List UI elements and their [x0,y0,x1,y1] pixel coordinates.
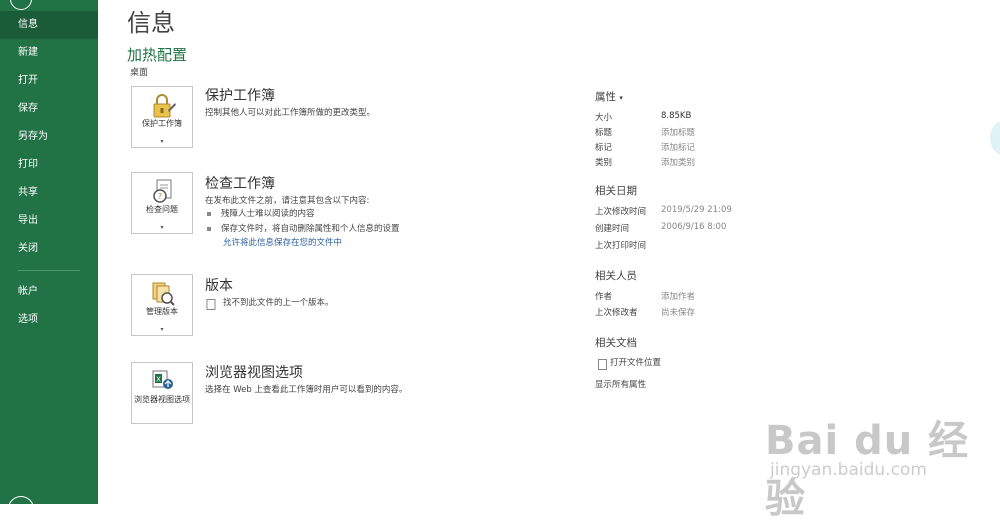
show-all-properties-link[interactable]: 显示所有属性 [595,378,646,390]
check-issues-button-label: 检查问题 [146,205,178,214]
property-key: 类别 [595,158,613,168]
nav-item-account[interactable]: 帐户 [0,278,98,306]
property-value: 尚未保存 [661,308,696,318]
related-dates-heading: 相关日期 [595,185,637,197]
file-name: 加热配置 [127,46,188,64]
inspect-workbook-description: 在发布此文件之前，请注意其包含以下内容: [205,196,370,206]
list-item: 保存文件时，将自动删除属性和个人信息的设置 [207,222,400,234]
check-issues-button[interactable]: ? 检查问题 ▾ [131,172,193,234]
property-key: 上次打印时间 [595,241,647,251]
nav-item-options[interactable]: 选项 [0,306,98,334]
manage-versions-button-label: 管理版本 [146,307,178,316]
avatar[interactable] [8,496,34,522]
open-file-location-link[interactable]: 打开文件位置 [610,356,661,368]
properties-heading[interactable]: 属性 ▾ [595,89,623,104]
edge-decoration [990,120,1000,156]
property-value: 2006/9/16 8:00 [661,222,727,232]
category-field[interactable]: 添加类别 [661,156,695,168]
property-key: 上次修改时间 [595,207,647,217]
lock-icon [149,93,177,119]
browser-view-options-heading: 浏览器视图选项 [205,365,303,381]
backstage-sidebar: 信息 新建 打开 保存 另存为 打印 共享 导出 关闭 帐户 选项 [0,0,98,522]
nav-item-share[interactable]: 共享 [0,179,98,207]
manage-versions-button[interactable]: 管理版本 ▾ [131,274,193,336]
versions-description: 找不到此文件的上一个版本。 [223,298,334,308]
chevron-down-icon: ▾ [160,224,164,231]
file-path: 桌面 [130,68,149,78]
page-title: 信息 [127,9,175,37]
document-icon [598,355,607,374]
property-value: 8.85KB [661,111,692,121]
browser-view-options-button[interactable]: X 浏览器视图选项 [131,362,193,424]
property-key: 创建时间 [595,224,630,234]
nav-item-open[interactable]: 打开 [0,67,98,95]
browser-view-options-description: 选择在 Web 上查看此工作簿时用户可以看到的内容。 [205,385,408,395]
property-key: 标题 [595,128,613,138]
nav-item-save[interactable]: 保存 [0,95,98,123]
related-documents-heading: 相关文档 [595,337,637,349]
nav-item-info[interactable]: 信息 [0,11,98,39]
sidebar-divider [18,270,80,271]
nav-item-save-as[interactable]: 另存为 [0,123,98,151]
nav-item-print[interactable]: 打印 [0,151,98,179]
browser-view-icon: X [149,369,177,395]
svg-text:?: ? [158,192,162,201]
allow-save-info-link[interactable]: 允许将此信息保存在您的文件中 [223,236,342,248]
inspect-workbook-heading: 检查工作簿 [205,176,275,192]
protect-workbook-button-label: 保护工作簿 [142,119,182,128]
chevron-down-icon: ▾ [160,138,164,145]
list-item: 残障人士难以阅读的内容 [207,207,315,219]
watermark-url: jingyan.baidu.com [770,460,927,480]
property-key: 大小 [595,113,613,123]
protect-workbook-heading: 保护工作簿 [205,88,275,104]
nav-item-close[interactable]: 关闭 [0,235,98,263]
protect-workbook-description: 控制其他人可以对此工作簿所做的更改类型。 [205,108,376,118]
browser-view-options-button-label: 浏览器视图选项 [134,395,190,404]
protect-workbook-button[interactable]: 保护工作簿 ▾ [131,86,193,148]
tags-field[interactable]: 添加标记 [661,141,695,153]
chevron-down-icon: ▾ [619,94,623,102]
document-icon [206,295,216,314]
manage-versions-icon [149,281,177,307]
nav-item-export[interactable]: 导出 [0,207,98,235]
svg-text:X: X [156,376,161,384]
title-field[interactable]: 添加标题 [661,126,695,138]
inspect-document-icon: ? [149,179,177,205]
back-arrow-icon[interactable] [10,0,32,10]
property-key: 作者 [595,292,613,302]
related-people-heading: 相关人员 [595,270,637,282]
author-field[interactable]: 添加作者 [661,290,695,302]
chevron-down-icon: ▾ [160,326,164,333]
nav-item-new[interactable]: 新建 [0,39,98,67]
versions-heading: 版本 [205,278,233,294]
property-value: 2019/5/29 21:09 [661,205,732,215]
property-key: 标记 [595,143,613,153]
property-key: 上次修改者 [595,308,638,318]
